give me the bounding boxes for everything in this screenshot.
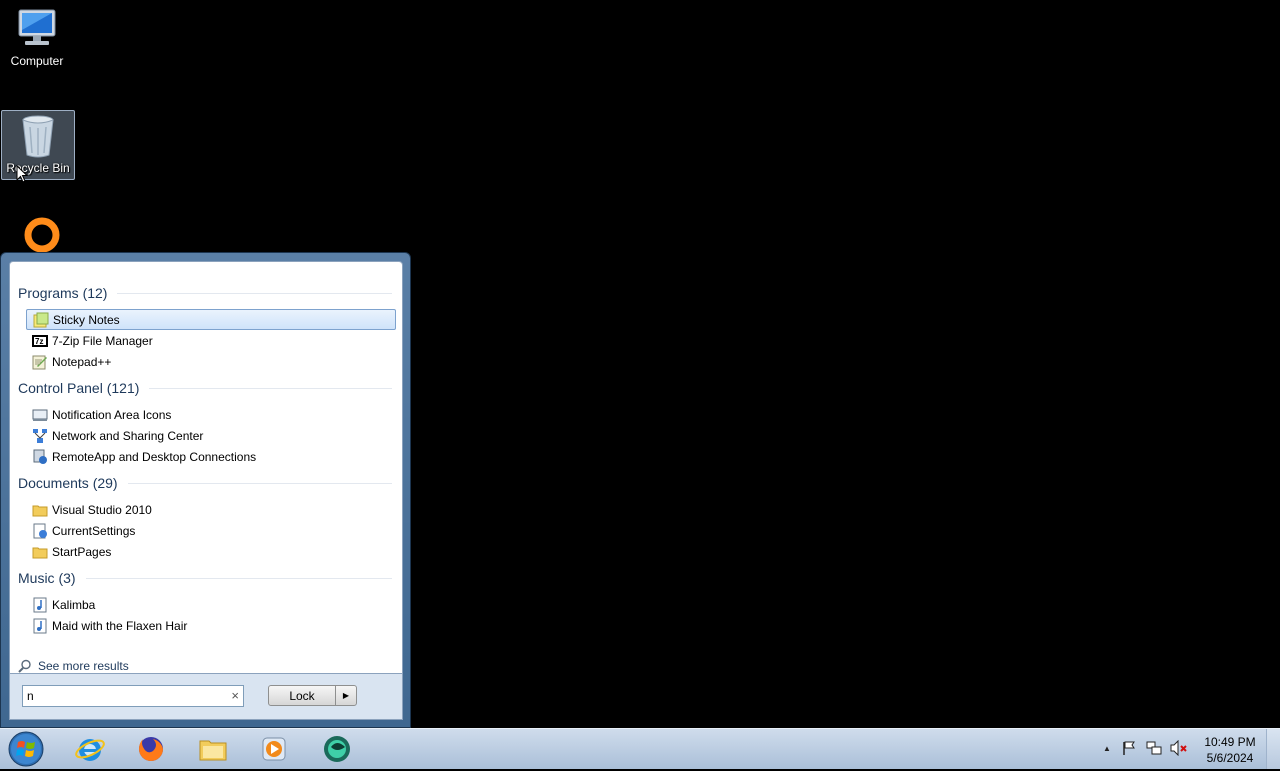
recycle-bin-icon — [22, 115, 54, 158]
result-item-sticky-notes[interactable]: Sticky Notes — [26, 309, 396, 330]
app-icon — [324, 736, 350, 762]
group-header-music[interactable]: Music (3) — [18, 568, 392, 588]
windows-orb-icon — [8, 731, 44, 767]
volume-muted-icon — [1170, 740, 1187, 756]
show-hidden-icons-button[interactable]: ▲ — [1098, 739, 1116, 757]
action-center-tray[interactable] — [1120, 739, 1138, 757]
result-item-startpages[interactable]: StartPages — [26, 541, 396, 562]
result-item-network-sharing-center[interactable]: Network and Sharing Center — [26, 425, 396, 446]
flag-icon — [1123, 741, 1135, 755]
start-menu: Programs (12) Sticky Notes 7z 7-Zip File… — [0, 252, 411, 728]
orange-ring-icon — [24, 217, 60, 253]
lock-button[interactable]: Lock — [268, 685, 336, 706]
result-item-notepadpp[interactable]: Notepad++ — [26, 351, 396, 372]
result-item-currentsettings[interactable]: CurrentSettings — [26, 520, 396, 541]
search-results-pane: Programs (12) Sticky Notes 7z 7-Zip File… — [9, 261, 403, 674]
see-more-results-link[interactable]: See more results — [18, 659, 129, 673]
network-status-icon — [1146, 741, 1162, 755]
group-header-label: Programs (12) — [18, 285, 108, 301]
show-desktop-button[interactable] — [1266, 729, 1280, 769]
chevron-up-icon: ▲ — [1103, 743, 1111, 753]
network-tray[interactable] — [1145, 739, 1163, 757]
search-area: × Lock ▶ — [9, 674, 403, 720]
search-icon — [18, 659, 31, 673]
network-icon — [32, 428, 48, 444]
desktop-icon-partial[interactable] — [22, 216, 62, 253]
music-file-icon — [32, 597, 48, 613]
folder-icon — [32, 502, 48, 518]
start-button[interactable] — [6, 730, 46, 768]
notification-area-icon — [32, 407, 48, 423]
result-item-7zip[interactable]: 7z 7-Zip File Manager — [26, 330, 396, 351]
desktop-icon-label: Computer — [10, 54, 64, 68]
desktop-icon-computer[interactable]: Computer — [1, 8, 73, 72]
group-header-control-panel[interactable]: Control Panel (121) — [18, 378, 392, 398]
sticky-notes-icon — [33, 312, 49, 328]
group-header-programs[interactable]: Programs (12) — [18, 283, 392, 303]
svg-text:7z: 7z — [35, 337, 43, 346]
group-header-label: Music (3) — [18, 570, 76, 586]
group-header-label: Documents (29) — [18, 475, 118, 491]
clock-time: 10:49 PM — [1204, 735, 1256, 749]
remote-desktop-icon — [32, 449, 48, 465]
taskbar-internet-explorer[interactable] — [68, 732, 112, 766]
media-player-icon — [262, 737, 286, 761]
folder-icon — [32, 544, 48, 560]
power-options-arrow-button[interactable]: ▶ — [335, 685, 357, 706]
taskbar-app[interactable] — [315, 732, 359, 766]
group-header-label: Control Panel (121) — [18, 380, 140, 396]
taskbar-file-explorer[interactable] — [191, 732, 235, 766]
volume-tray[interactable] — [1170, 739, 1188, 757]
computer-icon — [18, 9, 56, 45]
result-item-kalimba[interactable]: Kalimba — [26, 594, 396, 615]
notepad-plus-plus-icon — [32, 354, 48, 370]
start-search-input[interactable] — [27, 687, 223, 705]
taskbar: ▲ 10:49 PM 5/6/2024 — [0, 728, 1280, 769]
group-header-documents[interactable]: Documents (29) — [18, 473, 392, 493]
result-item-notification-area-icons[interactable]: Notification Area Icons — [26, 404, 396, 425]
system-clock[interactable]: 10:49 PM 5/6/2024 — [1198, 734, 1262, 766]
file-explorer-icon — [199, 740, 227, 761]
taskbar-media-player[interactable] — [252, 732, 296, 766]
chevron-right-icon: ▶ — [342, 691, 350, 700]
desktop-icon-recycle-bin[interactable]: Recycle Bin — [1, 110, 75, 180]
start-search-box[interactable]: × — [22, 685, 244, 707]
settings-file-icon — [32, 523, 48, 539]
firefox-icon — [139, 737, 163, 761]
mouse-cursor-icon — [16, 165, 28, 183]
clock-date: 5/6/2024 — [1206, 751, 1254, 765]
7zip-icon: 7z — [32, 333, 48, 349]
music-file-icon — [32, 618, 48, 634]
desktop-icon-label: Recycle Bin — [6, 161, 70, 175]
result-item-remoteapp[interactable]: RemoteApp and Desktop Connections — [26, 446, 396, 467]
result-item-maid-flaxen-hair[interactable]: Maid with the Flaxen Hair — [26, 615, 396, 636]
internet-explorer-icon — [75, 739, 105, 761]
result-item-visual-studio-2010[interactable]: Visual Studio 2010 — [26, 499, 396, 520]
clear-search-icon[interactable]: × — [231, 688, 239, 703]
taskbar-firefox[interactable] — [129, 732, 173, 766]
